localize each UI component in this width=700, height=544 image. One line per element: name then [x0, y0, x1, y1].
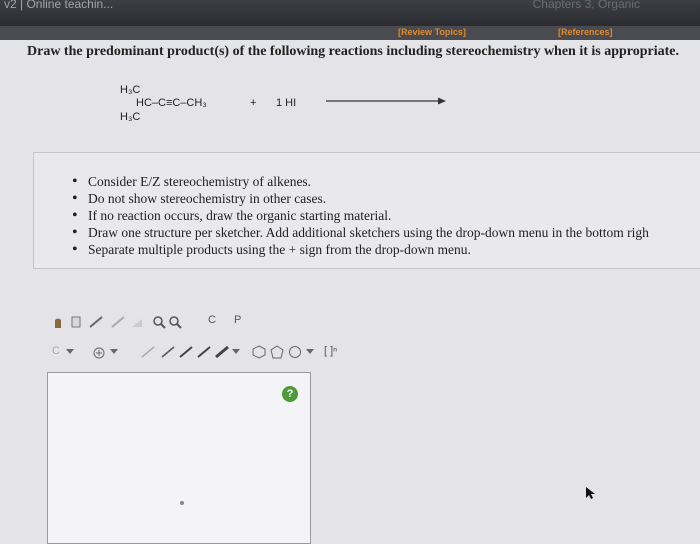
ring-hexagon-icon[interactable] [252, 345, 266, 359]
bracket-button[interactable]: [ ]ⁿ [324, 345, 337, 357]
help-icon[interactable]: ? [282, 386, 298, 402]
template-button[interactable]: C [208, 314, 216, 326]
reaction-arrow [326, 97, 446, 105]
references-link[interactable]: [References] [558, 27, 613, 37]
single-bond-icon[interactable] [140, 345, 156, 359]
hint-box: Consider E/Z stereochemistry of alkenes.… [33, 152, 700, 269]
hint-item: Do not show stereochemistry in other cas… [72, 190, 649, 207]
tab-title[interactable]: v2 | Online teachin... [4, 0, 113, 11]
select-icon[interactable] [130, 315, 144, 329]
methyl-top: H₃C [120, 84, 141, 96]
sketcher-toolbar-top: C P [48, 312, 258, 334]
hint-item: If no reaction occurs, draw the organic … [72, 207, 649, 224]
hand-icon[interactable] [52, 315, 64, 329]
chevron-down-icon[interactable] [66, 349, 74, 355]
double-bond-icon[interactable] [160, 345, 176, 359]
sketcher-canvas[interactable] [47, 372, 311, 544]
sketcher-toolbar-bottom: C [ ]ⁿ [48, 342, 368, 364]
zoom-out-icon[interactable] [168, 315, 182, 329]
question-text: Draw the predominant product(s) of the f… [27, 44, 680, 59]
hint-item: Consider E/Z stereochemistry of alkenes. [72, 173, 649, 190]
review-topics-link[interactable]: [Review Topics] [398, 27, 466, 37]
tab-title-right[interactable]: Chapters 3, Organic [533, 0, 640, 11]
chevron-down-icon[interactable] [306, 349, 314, 355]
canvas-dot [180, 501, 184, 505]
wedge-bond-icon[interactable] [196, 345, 212, 359]
chevron-down-icon[interactable] [232, 349, 240, 355]
alkyne-chain: HC–C≡C–CH₃ [136, 97, 207, 109]
dash-bond-icon[interactable] [214, 345, 230, 359]
pcl-button[interactable]: P [234, 314, 241, 326]
reaction-scheme: H₃C HC–C≡C–CH₃ H₃C + 1 HI [118, 84, 458, 138]
triple-bond-icon[interactable] [178, 345, 194, 359]
hint-item: Draw one structure per sketcher. Add add… [72, 224, 649, 241]
atom-c-button[interactable]: C [52, 345, 60, 357]
browser-topbar: v2 | Online teachin... Chapters 3, Organ… [0, 0, 700, 26]
reagent: 1 HI [276, 97, 297, 109]
eraser-icon[interactable] [70, 314, 82, 329]
ring-circle-icon[interactable] [288, 345, 302, 359]
mouse-cursor-icon [586, 487, 595, 499]
charge-plus-icon[interactable] [92, 346, 106, 360]
hint-list: Consider E/Z stereochemistry of alkenes.… [72, 173, 649, 258]
draw-icon[interactable] [88, 315, 104, 329]
lasso-icon[interactable] [110, 315, 126, 329]
plus-sign: + [250, 97, 257, 109]
ring-pentagon-icon[interactable] [270, 345, 284, 359]
chevron-down-icon[interactable] [110, 349, 118, 355]
hint-item: Separate multiple products using the + s… [72, 241, 649, 258]
methyl-bottom: H₃C [120, 111, 141, 123]
zoom-in-icon[interactable] [152, 315, 166, 329]
